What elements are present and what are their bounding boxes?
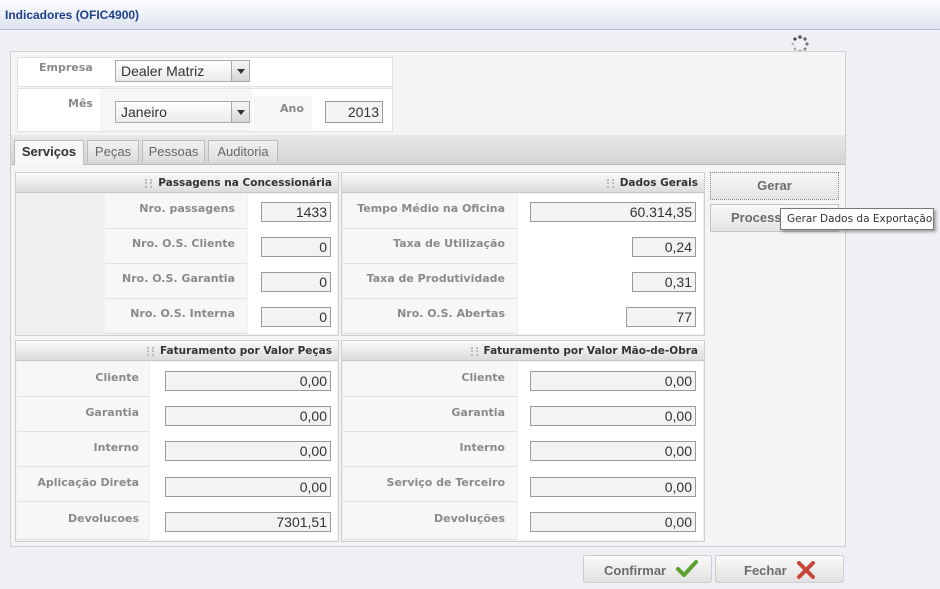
chevron-down-icon[interactable] bbox=[231, 61, 249, 81]
tab-pessoas[interactable]: Pessoas bbox=[142, 140, 205, 162]
field-label: Interno bbox=[93, 441, 139, 454]
empresa-select[interactable]: Dealer Matriz bbox=[115, 60, 250, 82]
empresa-value: Dealer Matriz bbox=[121, 63, 205, 79]
nro-os-abertas-field[interactable]: 77 bbox=[626, 307, 696, 327]
field-label: Serviço de Terceiro bbox=[386, 476, 505, 489]
field-label: Nro. O.S. Cliente bbox=[131, 237, 235, 250]
field-label: Nro. O.S. Garantia bbox=[122, 272, 235, 285]
chevron-down-icon[interactable] bbox=[231, 102, 249, 122]
window-title: Indicadores (OFIC4900) bbox=[5, 8, 140, 22]
field-label: Interno bbox=[459, 441, 505, 454]
field-label: Cliente bbox=[95, 371, 139, 384]
mes-select[interactable]: Janeiro bbox=[115, 101, 250, 123]
faturamento-pecas-title: Faturamento por Valor Peças bbox=[159, 345, 332, 357]
field-label: Aplicação Direta bbox=[37, 476, 139, 489]
checkmark-icon bbox=[676, 560, 698, 577]
mo-devolucoes-field[interactable]: 0,00 bbox=[530, 512, 696, 532]
tab-servicos[interactable]: Serviços bbox=[14, 140, 84, 165]
pecas-devolucoes-field[interactable]: 7301,51 bbox=[165, 512, 331, 532]
mes-value: Janeiro bbox=[121, 104, 167, 120]
tab-pecas[interactable]: Peças bbox=[87, 140, 139, 162]
field-label: Devoluções bbox=[433, 512, 505, 525]
field-label: Tempo Médio na Oficina bbox=[357, 202, 505, 215]
tempo-medio-field[interactable]: 60.314,35 bbox=[530, 202, 696, 222]
mo-cliente-field[interactable]: 0,00 bbox=[530, 371, 696, 391]
confirmar-button[interactable]: Confirmar bbox=[583, 555, 712, 583]
nro-os-interna-field[interactable]: 0 bbox=[261, 307, 331, 327]
dados-gerais-title: Dados Gerais bbox=[619, 177, 698, 189]
taxa-utilizacao-field[interactable]: 0,24 bbox=[632, 237, 696, 257]
faturamento-mo-title: Faturamento por Valor Mão-de-Obra bbox=[483, 345, 698, 357]
passagens-title: Passagens na Concessionária bbox=[158, 177, 332, 189]
field-label: Nro. passagens bbox=[139, 202, 235, 215]
field-label: Devolucoes bbox=[67, 512, 139, 525]
tooltip: Gerar Dados da Exportação bbox=[780, 208, 934, 230]
field-label: Garantia bbox=[451, 406, 505, 419]
ano-label: Ano bbox=[280, 102, 304, 115]
fechar-label: Fechar bbox=[744, 563, 787, 578]
empresa-label: Empresa bbox=[39, 61, 93, 74]
confirmar-label: Confirmar bbox=[604, 563, 667, 578]
nro-passagens-field[interactable]: 1433 bbox=[261, 202, 331, 222]
fechar-button[interactable]: Fechar bbox=[715, 555, 844, 583]
pecas-interno-field[interactable]: 0,00 bbox=[165, 441, 331, 461]
nro-os-garantia-field[interactable]: 0 bbox=[261, 272, 331, 292]
field-label: Garantia bbox=[85, 406, 139, 419]
pecas-cliente-field[interactable]: 0,00 bbox=[165, 371, 331, 391]
mes-label: Mês bbox=[68, 97, 93, 110]
tab-auditoria[interactable]: Auditoria bbox=[208, 140, 278, 162]
mo-interno-field[interactable]: 0,00 bbox=[530, 441, 696, 461]
mo-garantia-field[interactable]: 0,00 bbox=[530, 406, 696, 426]
close-x-icon bbox=[797, 561, 815, 579]
nro-os-cliente-field[interactable]: 0 bbox=[261, 237, 331, 257]
ano-input[interactable]: 2013 bbox=[325, 101, 383, 123]
gerar-button[interactable]: Gerar bbox=[710, 172, 839, 200]
pecas-aplicacao-direta-field[interactable]: 0,00 bbox=[165, 477, 331, 497]
mo-servico-terceiro-field[interactable]: 0,00 bbox=[530, 477, 696, 497]
field-label: Nro. O.S. Abertas bbox=[397, 307, 505, 320]
window-titlebar: Indicadores (OFIC4900) bbox=[0, 0, 940, 30]
field-label: Nro. O.S. Interna bbox=[130, 307, 235, 320]
pecas-garantia-field[interactable]: 0,00 bbox=[165, 406, 331, 426]
taxa-produtividade-field[interactable]: 0,31 bbox=[632, 272, 696, 292]
field-label: Taxa de Produtividade bbox=[366, 272, 505, 285]
field-label: Taxa de Utilização bbox=[393, 237, 505, 250]
field-label: Cliente bbox=[461, 371, 505, 384]
